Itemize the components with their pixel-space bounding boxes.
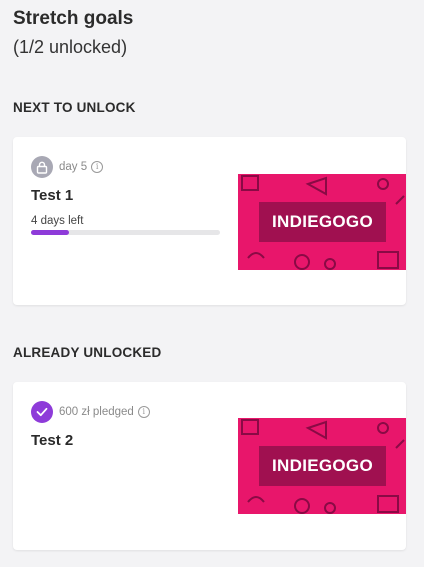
unlock-count: (1/2 unlocked) <box>13 37 128 57</box>
goal-image: INDIEGOGO <box>238 174 406 270</box>
goal-title: Test 2 <box>31 432 74 449</box>
info-icon[interactable]: i <box>91 161 104 173</box>
indiegogo-logo: INDIEGOGO <box>259 202 386 242</box>
check-icon <box>31 401 53 423</box>
goal-meta: day 5 i <box>31 156 104 178</box>
stretch-goal-card-next[interactable]: day 5 i Test 1 4 days left INDIEGOGO <box>13 137 406 305</box>
indiegogo-logo: INDIEGOGO <box>259 446 386 486</box>
page-title: Stretch goals <box>13 8 134 29</box>
section-label-unlocked: ALREADY UNLOCKED <box>13 345 162 360</box>
goal-day: day 5 <box>59 161 88 173</box>
goal-meta: 600 zł pledged i <box>31 401 150 423</box>
section-label-next: NEXT TO UNLOCK <box>13 100 136 115</box>
goal-title: Test 1 <box>31 187 74 204</box>
progress-label: 4 days left <box>31 215 84 227</box>
progress-bar-fill <box>31 230 69 235</box>
goal-image: INDIEGOGO <box>238 418 406 514</box>
lock-icon <box>31 156 53 178</box>
progress-bar <box>31 230 220 235</box>
stretch-goal-card-unlocked[interactable]: 600 zł pledged i Test 2 INDIEGOGO <box>13 382 406 550</box>
info-icon[interactable]: i <box>137 406 150 418</box>
goal-pledged-amount: 600 zł pledged <box>59 406 134 418</box>
